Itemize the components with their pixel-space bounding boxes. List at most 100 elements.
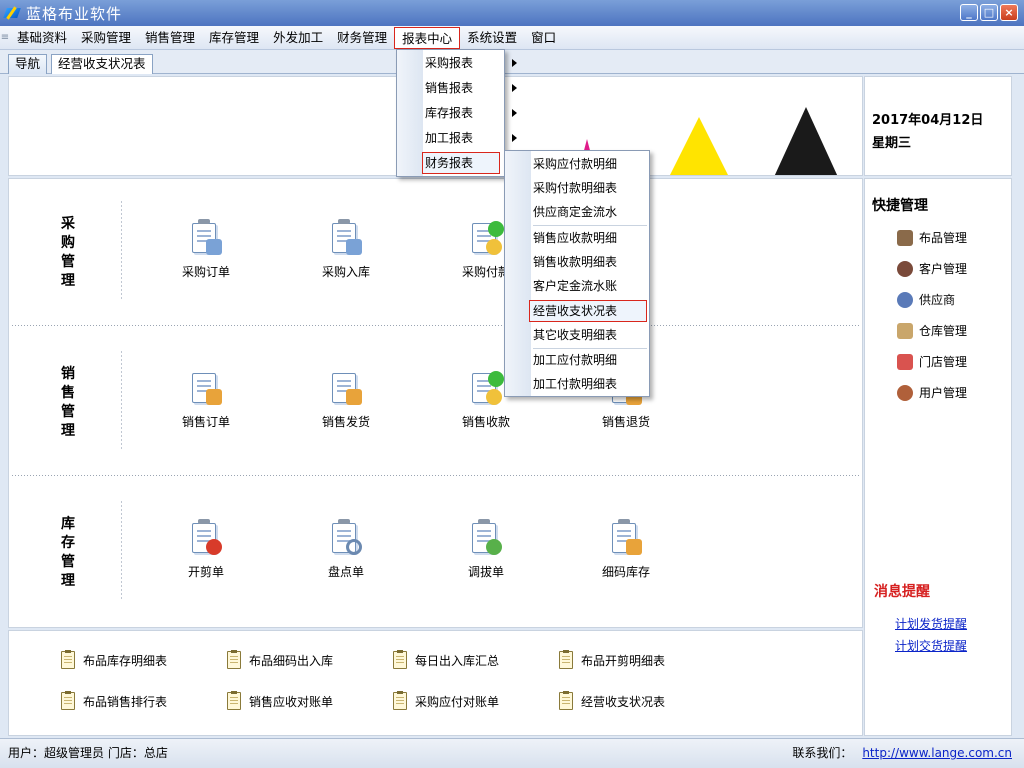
clipboard-icon xyxy=(61,650,75,669)
link-purchase-payable-statement[interactable]: 采购应付对账单 xyxy=(393,691,499,710)
menu-bar: ≡ 基础资料 采购管理 销售管理 库存管理 外发加工 财务管理 报表中心 系统设… xyxy=(0,26,1024,50)
shortcut-title: 快捷管理 xyxy=(872,198,928,214)
tool-detail-inventory[interactable]: 细码库存 xyxy=(581,519,671,580)
current-date: 2017年04月12日 xyxy=(872,113,984,128)
finance-report-submenu: 采购应付款明细 采购付款明细表 供应商定金流水 销售应收款明细 销售收款明细表 … xyxy=(504,150,650,397)
quick-links-panel: 布品库存明细表 布品细码出入库 每日出入库汇总 布品开剪明细表 布品销售排行表 … xyxy=(8,630,863,736)
section-title-inventory: 库存管理 xyxy=(61,516,75,589)
current-weekday: 星期三 xyxy=(872,136,912,151)
menu-report-center[interactable]: 报表中心 xyxy=(394,26,461,49)
date-box: 2017年04月12日 星期三 xyxy=(864,76,1012,176)
sales-delivery-icon xyxy=(328,371,364,407)
menu-grip-icon: ≡ xyxy=(0,32,10,43)
close-button[interactable]: × xyxy=(1000,4,1018,21)
link-fabric-detail-inout[interactable]: 布品细码出入库 xyxy=(227,650,333,669)
status-user: 用户：超级管理员 门店：总店 xyxy=(8,746,168,760)
submenu-processing-payment-detail[interactable]: 加工付款明细表 xyxy=(533,373,617,395)
menu-basic-data[interactable]: 基础资料 xyxy=(10,27,74,49)
shortcut-fabric[interactable]: 布品管理 xyxy=(897,229,967,246)
submenu-operating-report[interactable]: 经营收支状况表 xyxy=(533,300,617,322)
fabric-icon xyxy=(897,229,913,246)
purchase-payment-icon xyxy=(468,221,504,257)
sales-receipt-icon xyxy=(468,371,504,407)
tool-purchase-inbound[interactable]: 采购入库 xyxy=(301,219,391,280)
link-sales-receivable-statement[interactable]: 销售应收对账单 xyxy=(227,691,333,710)
report-center-menu: 采购报表 销售报表 库存报表 加工报表 财务报表 xyxy=(396,49,517,177)
message-title: 消息提醒 xyxy=(874,584,930,600)
submenu-sales-receivable-detail[interactable]: 销售应收款明细 xyxy=(533,227,617,249)
submenu-sales-receipt-detail[interactable]: 销售收款明细表 xyxy=(533,251,617,273)
menu-finance[interactable]: 财务管理 xyxy=(330,27,394,49)
title-bar: 蓝格布业软件 _ □ × xyxy=(0,0,1024,26)
clipboard-icon xyxy=(559,650,573,669)
report-menu-processing[interactable]: 加工报表 xyxy=(425,127,517,149)
right-panel: 快捷管理 布品管理 客户管理 供应商 仓库管理 门店管理 用户管理 消息提醒 计… xyxy=(864,178,1012,736)
app-logo-icon xyxy=(4,5,20,21)
shortcut-supplier[interactable]: 供应商 xyxy=(897,291,955,308)
tool-cutting-order[interactable]: 开剪单 xyxy=(161,519,251,580)
supplier-icon xyxy=(897,291,913,308)
user-icon xyxy=(897,384,913,401)
cutting-order-icon xyxy=(188,519,224,557)
clipboard-icon xyxy=(393,691,407,710)
link-daily-inout-summary[interactable]: 每日出入库汇总 xyxy=(393,650,499,669)
link-fabric-sales-ranking[interactable]: 布品销售排行表 xyxy=(61,691,167,710)
submenu-purchase-payable-detail[interactable]: 采购应付款明细 xyxy=(533,153,617,175)
store-icon xyxy=(897,353,913,370)
menu-sales[interactable]: 销售管理 xyxy=(138,27,202,49)
purchase-order-icon xyxy=(188,219,224,257)
stocktake-icon xyxy=(328,519,364,557)
customer-icon xyxy=(897,260,913,277)
status-contact: 联系我们： http://www.lange.com.cn xyxy=(792,746,1012,760)
shortcut-customer[interactable]: 客户管理 xyxy=(897,260,967,277)
tab-operating-report[interactable]: 经营收支状况表 xyxy=(51,54,153,74)
menu-purchase[interactable]: 采购管理 xyxy=(74,27,138,49)
sales-order-icon xyxy=(188,371,224,407)
link-plan-delivery[interactable]: 计划发货提醒 xyxy=(895,615,967,632)
link-fabric-cutting-detail[interactable]: 布品开剪明细表 xyxy=(559,650,665,669)
submenu-processing-payable-detail[interactable]: 加工应付款明细 xyxy=(533,349,617,371)
clipboard-icon xyxy=(227,650,241,669)
purchase-inbound-icon xyxy=(328,219,364,257)
link-operating-report[interactable]: 经营收支状况表 xyxy=(559,691,665,710)
shortcut-warehouse[interactable]: 仓库管理 xyxy=(897,322,967,339)
minimize-button[interactable]: _ xyxy=(960,4,978,21)
window-title: 蓝格布业软件 xyxy=(26,4,123,23)
report-menu-inventory[interactable]: 库存报表 xyxy=(425,102,517,124)
shortcut-user[interactable]: 用户管理 xyxy=(897,384,967,401)
submenu-supplier-deposit[interactable]: 供应商定金流水 xyxy=(533,201,617,223)
report-menu-purchase[interactable]: 采购报表 xyxy=(425,52,517,74)
menu-window[interactable]: 窗口 xyxy=(524,27,563,49)
status-url-link[interactable]: http://www.lange.com.cn xyxy=(862,746,1012,760)
tool-stocktake[interactable]: 盘点单 xyxy=(301,519,391,580)
clipboard-icon xyxy=(393,650,407,669)
shortcut-store[interactable]: 门店管理 xyxy=(897,353,967,370)
menu-outsourcing[interactable]: 外发加工 xyxy=(266,27,330,49)
tool-sales-order[interactable]: 销售订单 xyxy=(161,371,251,430)
section-sales: 销售管理 销售订单 销售发货 销售收款 销售退货 xyxy=(9,329,864,479)
clipboard-icon xyxy=(227,691,241,710)
section-purchase: 采购管理 采购订单 采购入库 采购付款 xyxy=(9,179,864,329)
section-inventory: 库存管理 开剪单 盘点单 调拔单 细码库存 xyxy=(9,479,864,629)
status-bar: 用户：超级管理员 门店：总店 联系我们： http://www.lange.com… xyxy=(0,738,1024,768)
menu-system-settings[interactable]: 系统设置 xyxy=(460,27,524,49)
transfer-icon xyxy=(468,519,504,557)
section-title-purchase: 采购管理 xyxy=(61,216,75,289)
tool-purchase-order[interactable]: 采购订单 xyxy=(161,219,251,280)
submenu-other-income-expense[interactable]: 其它收支明细表 xyxy=(533,324,617,346)
maximize-button[interactable]: □ xyxy=(980,4,998,21)
menu-inventory[interactable]: 库存管理 xyxy=(202,27,266,49)
link-fabric-stock-detail[interactable]: 布品库存明细表 xyxy=(61,650,167,669)
clipboard-icon xyxy=(559,691,573,710)
report-menu-finance[interactable]: 财务报表 xyxy=(425,152,517,174)
link-plan-shipment[interactable]: 计划交货提醒 xyxy=(895,637,967,654)
tool-transfer[interactable]: 调拔单 xyxy=(441,519,531,580)
detail-inventory-icon xyxy=(608,519,644,557)
tool-sales-delivery[interactable]: 销售发货 xyxy=(301,371,391,430)
submenu-customer-deposit[interactable]: 客户定金流水账 xyxy=(533,275,617,297)
submenu-purchase-payment-detail[interactable]: 采购付款明细表 xyxy=(533,177,617,199)
clipboard-icon xyxy=(61,691,75,710)
tab-navigation[interactable]: 导航 xyxy=(8,54,48,74)
report-menu-sales[interactable]: 销售报表 xyxy=(425,77,517,99)
section-title-sales: 销售管理 xyxy=(61,366,75,439)
